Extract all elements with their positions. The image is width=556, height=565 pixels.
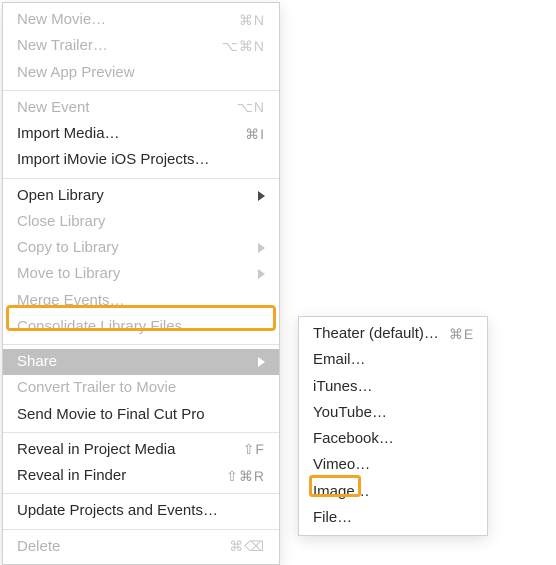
menu-label: YouTube… [313,403,473,423]
submenu-item-email[interactable]: Email… [299,347,487,373]
menu-label: Vimeo… [313,455,473,475]
menu-label: New Movie… [17,10,229,30]
menu-item-move-to-library: Move to Library [3,261,279,287]
submenu-item-file[interactable]: File… [299,505,487,531]
menu-label: Share [17,352,250,372]
menu-item-reveal-project[interactable]: Reveal in Project Media ⇧F [3,437,279,463]
shortcut: ⇧⌘R [216,467,265,486]
menu-item-close-library: Close Library [3,209,279,235]
chevron-right-icon [258,357,265,367]
chevron-right-icon [258,243,265,253]
menu-item-send-fcp[interactable]: Send Movie to Final Cut Pro [3,402,279,428]
menu-label: Email… [313,350,473,370]
menu-item-reveal-finder[interactable]: Reveal in Finder ⇧⌘R [3,463,279,489]
shortcut: ⌘I [235,125,265,144]
shortcut: ⌘⌫ [219,537,265,556]
shortcut: ⌘E [439,325,474,344]
menu-label: Image… [313,482,473,502]
submenu-item-facebook[interactable]: Facebook… [299,426,487,452]
menu-item-new-event: New Event ⌥N [3,95,279,121]
menu-label: Merge Events… [17,291,265,311]
menu-label: Reveal in Finder [17,466,216,486]
menu-item-open-library[interactable]: Open Library [3,183,279,209]
file-menu: New Movie… ⌘N New Trailer… ⌥⌘N New App P… [2,2,280,565]
menu-item-convert-trailer: Convert Trailer to Movie [3,375,279,401]
menu-item-import-imovie-ios[interactable]: Import iMovie iOS Projects… [3,147,279,173]
chevron-right-icon [258,191,265,201]
separator [3,178,279,179]
separator [3,432,279,433]
menu-label: Consolidate Library Files… [17,317,265,337]
menu-label: Facebook… [313,429,473,449]
menu-item-consolidate: Consolidate Library Files… [3,314,279,340]
menu-label: Theater (default)… [313,324,439,344]
separator [3,529,279,530]
shortcut: ⌥⌘N [212,37,265,56]
menu-label: New Event [17,98,227,118]
separator [3,344,279,345]
share-submenu: Theater (default)… ⌘E Email… iTunes… You… [298,316,488,536]
menu-item-new-movie: New Movie… ⌘N [3,7,279,33]
menu-label: Import Media… [17,124,235,144]
submenu-item-vimeo[interactable]: Vimeo… [299,452,487,478]
menu-item-copy-to-library: Copy to Library [3,235,279,261]
menu-label: Copy to Library [17,238,250,258]
separator [3,90,279,91]
menu-label: New App Preview [17,63,265,83]
menu-item-import-media[interactable]: Import Media… ⌘I [3,121,279,147]
chevron-right-icon [258,269,265,279]
menu-label: New Trailer… [17,36,212,56]
menu-label: Open Library [17,186,250,206]
menu-label: Send Movie to Final Cut Pro [17,405,265,425]
submenu-item-image[interactable]: Image… [299,479,487,505]
shortcut: ⇧F [233,440,265,459]
menu-item-update-projects[interactable]: Update Projects and Events… [3,498,279,524]
menu-label: File… [313,508,473,528]
menu-item-merge-events: Merge Events… [3,288,279,314]
shortcut: ⌘N [229,11,265,30]
menu-item-delete: Delete ⌘⌫ [3,534,279,560]
menu-item-new-trailer: New Trailer… ⌥⌘N [3,33,279,59]
menu-label: Update Projects and Events… [17,501,265,521]
menu-label: Delete [17,537,219,557]
shortcut: ⌥N [227,98,265,117]
menu-label: Reveal in Project Media [17,440,233,460]
menu-label: iTunes… [313,377,473,397]
submenu-item-youtube[interactable]: YouTube… [299,400,487,426]
submenu-item-theater[interactable]: Theater (default)… ⌘E [299,321,487,347]
menu-label: Import iMovie iOS Projects… [17,150,265,170]
separator [3,493,279,494]
menu-item-share[interactable]: Share [3,349,279,375]
menu-item-new-app-preview: New App Preview [3,60,279,86]
menu-label: Convert Trailer to Movie [17,378,265,398]
menu-label: Move to Library [17,264,250,284]
menu-label: Close Library [17,212,265,232]
submenu-item-itunes[interactable]: iTunes… [299,374,487,400]
